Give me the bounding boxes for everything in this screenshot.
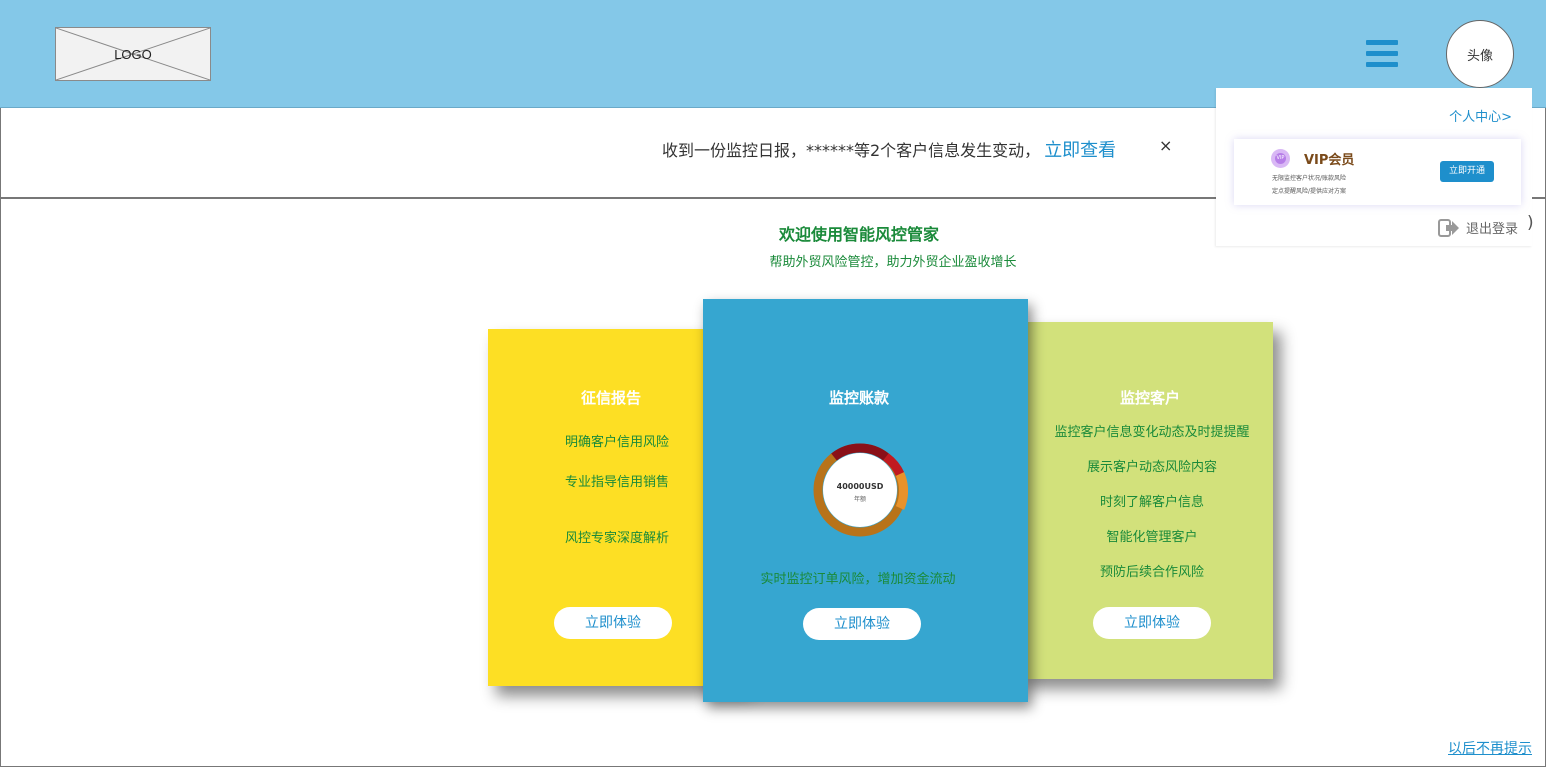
try-now-button[interactable]: 立即体验 bbox=[803, 608, 921, 640]
page: LOGO 头像 收到一份监控日报，******等2个客户信息发生变动， 立即查看 … bbox=[0, 0, 1546, 767]
card-line: 展示客户动态风险内容 bbox=[1086, 460, 1217, 475]
vip-activate-button[interactable]: 立即开通 bbox=[1440, 161, 1494, 182]
menu-icon[interactable] bbox=[1366, 40, 1398, 68]
card-title: 监控客户 bbox=[1119, 389, 1180, 407]
notice-message: 收到一份监控日报，******等2个客户信息发生变动， 立即查看 bbox=[662, 136, 1116, 162]
logo-text: LOGO bbox=[114, 46, 152, 62]
gauge-label: 年额 bbox=[854, 495, 866, 503]
vip-card: VIP VIP会员 无限监控客户状况/账款风险 定点提醒风险/提供应对方案 立即… bbox=[1234, 139, 1521, 205]
notice-view-link[interactable]: 立即查看 bbox=[1044, 140, 1116, 161]
card-title: 监控账款 bbox=[828, 389, 889, 407]
card-line: 预防后续合作风险 bbox=[1099, 565, 1204, 580]
vip-description: 无限监控客户状况/账款风险 bbox=[1272, 175, 1347, 182]
personal-center-link[interactable]: 个人中心> bbox=[1449, 106, 1512, 125]
vip-icon: VIP bbox=[1271, 149, 1290, 168]
logout-label: 退出登录 bbox=[1466, 222, 1519, 237]
gauge-value: 40000USD bbox=[837, 482, 884, 491]
logo[interactable]: LOGO bbox=[55, 27, 211, 81]
monitor-customer-card: 监控客户 监控客户信息变化动态及时提提醒 展示客户动态风险内容 时刻了解客户信息… bbox=[1017, 322, 1273, 679]
vip-title: VIP会员 bbox=[1304, 153, 1355, 168]
try-now-button[interactable]: 立即体验 bbox=[554, 607, 672, 639]
card-line: 时刻了解客户信息 bbox=[1099, 495, 1204, 510]
try-now-button[interactable]: 立即体验 bbox=[1093, 607, 1211, 639]
amount-gauge: 40000USD 年额 bbox=[813, 443, 908, 537]
scroll-edge: ) bbox=[1527, 213, 1534, 233]
vip-description: 定点提醒风险/提供应对方案 bbox=[1272, 188, 1347, 195]
close-icon[interactable]: × bbox=[1159, 136, 1172, 155]
logout-button[interactable]: 退出登录 bbox=[1438, 218, 1518, 237]
card-line: 智能化管理客户 bbox=[1106, 530, 1198, 545]
avatar[interactable]: 头像 bbox=[1446, 20, 1514, 88]
card-line: 监控客户信息变化动态及时提提醒 bbox=[1054, 425, 1250, 440]
user-dropdown: 个人中心> VIP VIP会员 无限监控客户状况/账款风险 定点提醒风险/提供应… bbox=[1216, 88, 1532, 246]
vip-icon-text: VIP bbox=[1275, 153, 1286, 164]
logout-icon bbox=[1438, 218, 1459, 237]
dismiss-link[interactable]: 以后不再提示 bbox=[1448, 738, 1532, 758]
monitor-receivables-card: 监控账款 40000USD 年额 实时监控订单风险，增加资金流动 立即体验 bbox=[703, 299, 1028, 702]
main-panel: 欢迎使用智能风控管家 帮助外贸风险管控，助力外贸企业盈收增长 征信报告 明确客户… bbox=[0, 198, 1546, 767]
welcome-subtitle: 帮助外贸风险管控，助力外贸企业盈收增长 bbox=[769, 255, 1017, 270]
card-title: 征信报告 bbox=[580, 389, 641, 407]
card-line: 实时监控订单风险，增加资金流动 bbox=[760, 572, 956, 587]
notice-message-text: 收到一份监控日报，******等2个客户信息发生变动， bbox=[662, 141, 1041, 160]
